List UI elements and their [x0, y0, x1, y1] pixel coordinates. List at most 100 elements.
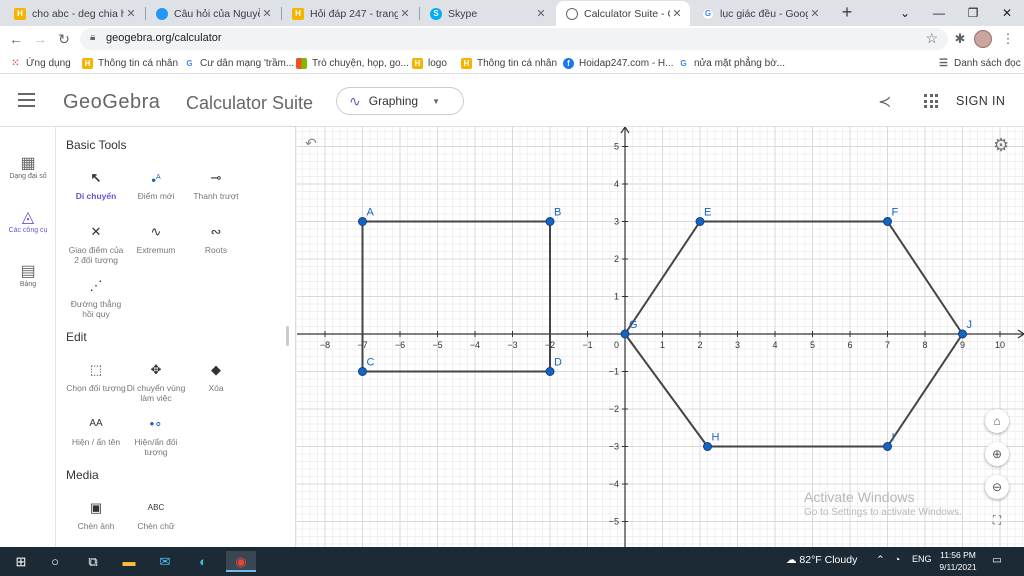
close-icon[interactable]: ✕ [534, 7, 548, 20]
coordinate-plane[interactable]: −8 −7 −6 −5 −4 −3 −2 −1 1 2 3 4 5 6 7 8 9 1054321−1−2−3−4… [297, 127, 1024, 547]
settings-gear-icon[interactable]: ⚙ [993, 135, 1009, 156]
rail-table[interactable]: ▤ Bảng [0, 263, 56, 288]
tool-extremum[interactable]: ∿ Extremum [126, 221, 186, 255]
bookmark-star-icon[interactable]: ☆ [925, 30, 938, 47]
tray-chevron-icon[interactable]: ⌃ [876, 554, 885, 566]
x-tick-label: 6 [847, 340, 852, 350]
minimize-button[interactable]: — [922, 0, 956, 26]
tool-move-view[interactable]: ✥ Di chuyển vùng làm việc [126, 359, 186, 403]
close-icon[interactable]: ✕ [124, 7, 138, 20]
address-bar[interactable]: 🔒︎ geogebra.org/calculator ☆ [80, 28, 948, 50]
bookmark-item[interactable]: f Hoidap247.com - H... [563, 55, 674, 71]
browser-tab[interactable]: H Hỏi đáp 247 - trang tr ✕ [282, 1, 418, 26]
search-icon[interactable]: ○ [44, 551, 66, 572]
geogebra-logo[interactable]: GeoGebra [63, 91, 160, 114]
point-label-F: F [892, 207, 899, 219]
rail-algebra[interactable]: ▦ Dạng đại số [0, 155, 56, 180]
browser-tab[interactable]: G lục giác đều - Google ✕ [692, 1, 828, 26]
view-rail: ▦ Dạng đại số ◬ Các công cụ ▤ Bảng [0, 127, 56, 547]
undo-icon[interactable]: ↶ [305, 135, 317, 152]
bookmark-item[interactable]: G Cư dân mạng 'trầm... [184, 55, 294, 71]
edge-icon[interactable]: ◐ [192, 551, 214, 572]
x-tick-label: 7 [885, 340, 890, 350]
profile-avatar[interactable] [974, 30, 992, 48]
tool-insert-image[interactable]: ▣ Chèn ảnh [66, 497, 126, 531]
restore-button[interactable]: ❐ [956, 0, 990, 26]
back-icon[interactable]: ← [6, 30, 26, 48]
reload-icon[interactable]: ↻ [54, 30, 74, 48]
bookmark-item[interactable]: H Thông tin cá nhân [461, 55, 557, 71]
task-view-icon[interactable]: ⧉ [82, 551, 104, 572]
point-label-A: A [367, 207, 375, 219]
x-tick-label: −4 [470, 340, 480, 350]
browser-tab[interactable]: S Skype ✕ [420, 1, 554, 26]
text-icon: ABC [147, 503, 165, 512]
forward-icon[interactable]: → [30, 30, 50, 48]
tool-point[interactable]: •A Điểm mới [126, 167, 186, 201]
activate-windows-watermark: Activate Windows Go to Settings to activ… [804, 489, 962, 518]
bookmark-item[interactable]: G nửa mặt phẳng bờ... [678, 55, 785, 71]
tool-roots[interactable]: ∾ Roots [186, 221, 246, 255]
extensions-icon[interactable]: ✱ [950, 29, 970, 49]
menu-icon[interactable] [18, 93, 35, 107]
close-icon[interactable]: ✕ [398, 7, 412, 20]
browser-tab-active[interactable]: Calculator Suite - Geo ✕ [556, 1, 690, 26]
google-icon: G [184, 57, 195, 69]
hoidap-icon: H [82, 57, 93, 69]
home-view-button[interactable]: ⌂ [985, 409, 1009, 433]
weather-widget[interactable]: ☁ 82°F Cloudy [786, 554, 857, 566]
close-window-button[interactable]: ✕ [990, 0, 1024, 26]
graphics-view[interactable]: −8 −7 −6 −5 −4 −3 −2 −1 1 2 3 4 5 6 7 8 9 10 5 4 3 2 1 −1 −2 −3 −4… [297, 127, 1024, 547]
sign-in-button[interactable]: SIGN IN [956, 94, 1005, 108]
point-label-H: H [712, 432, 720, 444]
zoom-in-button[interactable]: ⊕ [985, 442, 1009, 466]
rail-tools[interactable]: ◬ Các công cụ [0, 209, 56, 234]
y-tick-label: 1 [614, 292, 619, 302]
bookmark-item[interactable]: H logo [412, 55, 447, 71]
bookmark-item[interactable]: Trò chuyện, họp, go... [296, 55, 409, 71]
chrome-menu-icon[interactable]: ⋮ [998, 29, 1018, 49]
bookmark-item[interactable]: H Thông tin cá nhân [82, 55, 178, 71]
tool-insert-text[interactable]: ABC Chèn chữ [126, 497, 186, 531]
fullscreen-icon[interactable]: ⛶ [985, 508, 1009, 532]
app-picker[interactable]: ∿ Graphing ▼ [336, 87, 464, 115]
section-edit: Edit [66, 330, 87, 344]
browser-tab[interactable]: Câu hỏi của Nguyễn N ✕ [146, 1, 280, 26]
new-tab-button[interactable]: + [836, 2, 858, 23]
close-icon[interactable]: ✕ [808, 7, 822, 20]
windows-start-icon[interactable]: ⊞ [10, 551, 32, 572]
tool-move[interactable]: ↖ Di chuyển [66, 167, 126, 201]
section-media: Media [66, 468, 99, 482]
notification-icon[interactable]: ▭ [992, 554, 1002, 566]
zoom-out-button[interactable]: ⊖ [985, 475, 1009, 499]
tool-slider[interactable]: ⊸ Thanh trượt [186, 167, 246, 201]
hoidap-icon: H [412, 57, 423, 69]
tab-search-icon[interactable]: ⌄ [888, 0, 922, 26]
clock[interactable]: 11:56 PM 9/11/2021 [926, 549, 990, 573]
tool-regression[interactable]: ⋰ Đường thẳng hồi quy [66, 275, 126, 319]
point-label-D: D [554, 357, 562, 369]
x-tick-label: 4 [772, 340, 777, 350]
apps-grid-icon[interactable] [924, 94, 938, 108]
suite-title: Calculator Suite [186, 93, 314, 113]
network-icon[interactable]: ◔ [894, 554, 900, 566]
mail-icon[interactable]: ✉ [154, 551, 176, 572]
reading-list[interactable]: ☰ Danh sách đọc [938, 55, 1021, 71]
x-tick-label: 8 [922, 340, 927, 350]
file-explorer-icon[interactable]: ▬ [118, 551, 140, 572]
panel-resize-handle[interactable] [286, 326, 289, 346]
browser-tab[interactable]: H cho abc - deg chia hết ✕ [4, 1, 144, 26]
tool-show-label[interactable]: AA Hiện / ẩn tên [66, 413, 126, 447]
chrome-icon[interactable]: ◉ [226, 551, 256, 572]
close-icon[interactable]: ✕ [260, 7, 274, 20]
close-icon[interactable]: ✕ [670, 7, 684, 20]
tool-intersect[interactable]: ✕ Giao điểm của 2 đối tượng [66, 221, 126, 265]
caret-down-icon: ▼ [432, 96, 441, 106]
y-tick-label: −2 [609, 404, 619, 414]
tool-delete[interactable]: ◆ Xóa [186, 359, 246, 393]
tool-show-object[interactable]: •∘ Hiện/ẩn đối tượng [126, 413, 186, 457]
tool-select[interactable]: ⬚ Chọn đối tượng [66, 359, 126, 393]
share-icon[interactable]: ≺ [878, 92, 891, 112]
x-tick-label: −3 [507, 340, 517, 350]
bookmark-apps[interactable]: ⁙ Ứng dụng [10, 55, 71, 71]
